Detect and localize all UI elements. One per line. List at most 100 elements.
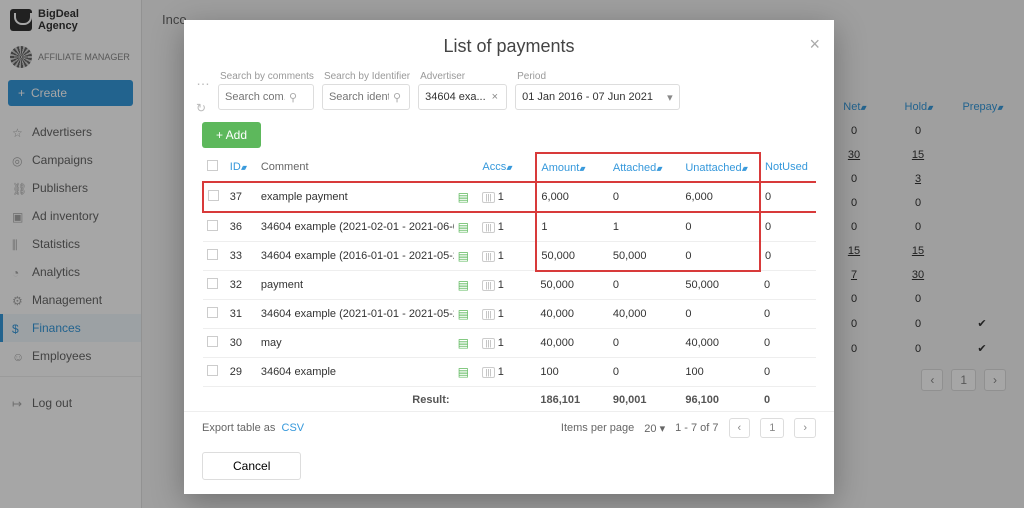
table-row[interactable]: 3134604 example (2021-01-01 - 2021-05-26… bbox=[203, 300, 816, 329]
result-label: Result: bbox=[257, 387, 454, 412]
list-icon[interactable]: ▤ bbox=[454, 242, 479, 271]
row-checkbox[interactable] bbox=[207, 278, 218, 289]
cell-accs: ||| 1 bbox=[478, 329, 536, 358]
cell-amount: 6,000 bbox=[536, 182, 608, 212]
cell-unattached: 0 bbox=[681, 300, 760, 329]
cell-unattached: 0 bbox=[681, 242, 760, 271]
identifier-input-wrap[interactable]: ⚲ bbox=[322, 84, 410, 110]
period-label: Period bbox=[517, 71, 680, 82]
cell-notused: 0 bbox=[760, 182, 816, 212]
advertiser-label: Advertiser bbox=[420, 71, 507, 82]
cell-unattached: 0 bbox=[681, 212, 760, 242]
export-csv-link[interactable]: CSV bbox=[282, 422, 305, 434]
table-row[interactable]: 30may▤||| 140,000040,0000 bbox=[203, 329, 816, 358]
cell-amount: 50,000 bbox=[536, 242, 608, 271]
table-row[interactable]: 2934604 example▤||| 110001000 bbox=[203, 358, 816, 387]
list-icon[interactable]: ▤ bbox=[454, 329, 479, 358]
cell-comment: payment bbox=[257, 271, 454, 300]
list-icon[interactable]: ▤ bbox=[454, 212, 479, 242]
cell-id: 37 bbox=[226, 182, 257, 212]
cell-attached: 0 bbox=[609, 329, 681, 358]
list-icon[interactable]: ▤ bbox=[454, 358, 479, 387]
cell-amount: 40,000 bbox=[536, 300, 608, 329]
list-icon[interactable]: ▤ bbox=[454, 271, 479, 300]
col-attached[interactable]: Attached bbox=[609, 153, 681, 182]
next-page-button[interactable]: › bbox=[794, 418, 816, 438]
cell-amount: 100 bbox=[536, 358, 608, 387]
cell-id: 32 bbox=[226, 271, 257, 300]
cell-comment: example payment bbox=[257, 182, 454, 212]
more-icon[interactable]: … bbox=[196, 77, 210, 84]
search-comments-input[interactable] bbox=[225, 91, 285, 103]
col-notused[interactable]: NotUsed bbox=[760, 153, 816, 182]
cell-comment: may bbox=[257, 329, 454, 358]
cell-notused: 0 bbox=[760, 271, 816, 300]
row-checkbox[interactable] bbox=[208, 190, 219, 201]
cell-notused: 0 bbox=[760, 358, 816, 387]
list-icon[interactable]: ▤ bbox=[454, 182, 479, 212]
modal-title: List of payments bbox=[184, 36, 834, 57]
comments-label: Search by comments bbox=[220, 71, 314, 82]
period-value: 01 Jan 2016 - 07 Jun 2021 bbox=[522, 91, 653, 103]
cell-comment: 34604 example bbox=[257, 358, 454, 387]
cancel-button[interactable]: Cancel bbox=[202, 452, 301, 480]
row-checkbox[interactable] bbox=[207, 307, 218, 318]
cell-unattached: 100 bbox=[681, 358, 760, 387]
cell-unattached: 6,000 bbox=[681, 182, 760, 212]
search-icon: ⚲ bbox=[393, 91, 401, 104]
payments-table: ID Comment Accs Amount Attached Unattach… bbox=[202, 152, 816, 411]
table-row[interactable]: 3334604 example (2016-01-01 - 2021-05-28… bbox=[203, 242, 816, 271]
clear-icon[interactable]: × bbox=[490, 91, 500, 103]
col-accs[interactable]: Accs bbox=[478, 153, 536, 182]
comments-input-wrap[interactable]: ⚲ bbox=[218, 84, 314, 110]
cell-unattached: 40,000 bbox=[681, 329, 760, 358]
search-identifier-input[interactable] bbox=[329, 91, 389, 103]
col-unattached[interactable]: Unattached bbox=[681, 153, 760, 182]
row-checkbox[interactable] bbox=[207, 365, 218, 376]
list-icon[interactable]: ▤ bbox=[454, 300, 479, 329]
select-all-checkbox[interactable] bbox=[207, 160, 218, 171]
cell-notused: 0 bbox=[760, 329, 816, 358]
cell-attached: 1 bbox=[609, 212, 681, 242]
reload-icon[interactable]: ↻ bbox=[196, 101, 206, 115]
col-id[interactable]: ID bbox=[226, 153, 257, 182]
cell-amount: 1 bbox=[536, 212, 608, 242]
prev-page-button[interactable]: ‹ bbox=[729, 418, 751, 438]
cell-attached: 0 bbox=[609, 271, 681, 300]
col-comment[interactable]: Comment bbox=[257, 153, 454, 182]
row-checkbox[interactable] bbox=[207, 336, 218, 347]
row-checkbox[interactable] bbox=[207, 249, 218, 260]
identifier-label: Search by Identifier bbox=[324, 71, 410, 82]
page-number[interactable]: 1 bbox=[760, 418, 784, 438]
cell-id: 30 bbox=[226, 329, 257, 358]
period-select[interactable]: 01 Jan 2016 - 07 Jun 2021 ▾ bbox=[515, 84, 680, 110]
items-per-page-label: Items per page bbox=[561, 422, 634, 434]
cell-notused: 0 bbox=[760, 300, 816, 329]
row-checkbox[interactable] bbox=[207, 220, 218, 231]
payments-modal: List of payments × … ↻ Search by comment… bbox=[184, 20, 834, 494]
cell-notused: 0 bbox=[760, 212, 816, 242]
table-row[interactable]: 37example payment▤||| 16,00006,0000 bbox=[203, 182, 816, 212]
col-amount[interactable]: Amount bbox=[536, 153, 608, 182]
cell-comment: 34604 example (2016-01-01 - 2021-05-28) bbox=[257, 242, 454, 271]
cell-comment: 34604 example (2021-01-01 - 2021-05-26) bbox=[257, 300, 454, 329]
cell-accs: ||| 1 bbox=[478, 242, 536, 271]
close-icon[interactable]: × bbox=[809, 34, 820, 55]
table-row[interactable]: 3634604 example (2021-02-01 - 2021-06-01… bbox=[203, 212, 816, 242]
cell-attached: 0 bbox=[609, 358, 681, 387]
table-row[interactable]: 32payment▤||| 150,000050,0000 bbox=[203, 271, 816, 300]
export-label: Export table as bbox=[202, 422, 275, 434]
advertiser-chip[interactable]: 34604 exa...× bbox=[418, 84, 507, 110]
items-per-page-select[interactable]: 20 ▾ bbox=[644, 422, 665, 435]
chevron-down-icon: ▾ bbox=[667, 91, 673, 104]
cell-id: 36 bbox=[226, 212, 257, 242]
cell-accs: ||| 1 bbox=[478, 182, 536, 212]
cell-accs: ||| 1 bbox=[478, 358, 536, 387]
cell-id: 29 bbox=[226, 358, 257, 387]
cell-amount: 40,000 bbox=[536, 329, 608, 358]
cell-amount: 50,000 bbox=[536, 271, 608, 300]
cell-comment: 34604 example (2021-02-01 - 2021-06-01) bbox=[257, 212, 454, 242]
cell-accs: ||| 1 bbox=[478, 271, 536, 300]
add-button[interactable]: + Add bbox=[202, 122, 261, 148]
cell-id: 33 bbox=[226, 242, 257, 271]
